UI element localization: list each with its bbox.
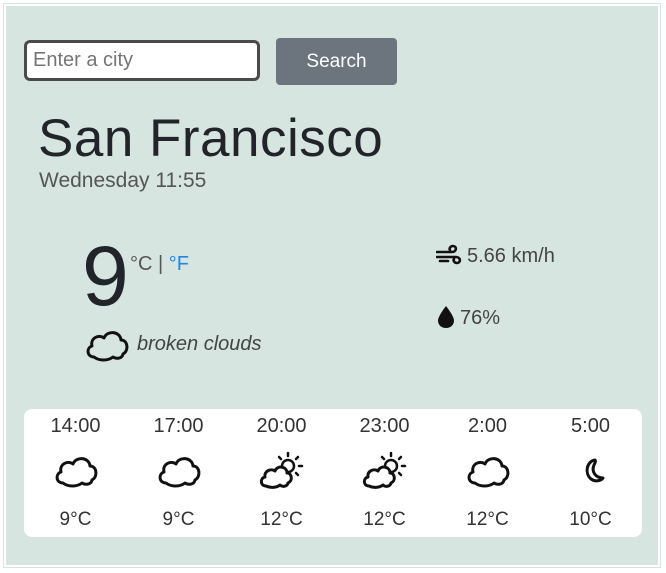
cloud-icon — [158, 457, 200, 488]
wind-icon — [436, 244, 462, 265]
unit-toggle: °C | °F — [130, 253, 189, 276]
forecast-item: 20:00 12°C — [230, 409, 333, 537]
moon-icon — [585, 458, 604, 483]
cloud-icon — [86, 331, 129, 362]
forecast-time: 14:00 — [50, 415, 101, 437]
sun-cloud-icon — [362, 451, 406, 489]
forecast-time: 20:00 — [256, 415, 307, 437]
forecast-temp: 9°C — [59, 509, 92, 530]
forecast-item: 2:00 12°C — [436, 409, 539, 537]
forecast-time: 17:00 — [153, 415, 204, 437]
search-button[interactable]: Search — [276, 38, 397, 85]
forecast-time: 23:00 — [359, 415, 410, 437]
forecast-item: 23:00 12°C — [333, 409, 436, 537]
current-temperature: 9 — [82, 229, 129, 323]
cloud-icon — [55, 457, 97, 488]
droplet-icon — [438, 306, 454, 328]
forecast-item: 17:00 9°C — [127, 409, 230, 537]
forecast-temp: 12°C — [363, 509, 406, 530]
city-name: San Francisco — [38, 109, 384, 168]
wind-speed: 5.66 km/h — [467, 245, 555, 267]
forecast-item: 14:00 9°C — [24, 409, 127, 537]
current-datetime: Wednesday 11:55 — [39, 169, 207, 192]
forecast-temp: 12°C — [260, 509, 303, 530]
cloud-icon — [467, 457, 509, 488]
forecast-item: 5:00 10°C — [539, 409, 642, 537]
unit-celsius[interactable]: °C — [130, 253, 152, 275]
unit-fahrenheit[interactable]: °F — [169, 253, 189, 275]
forecast-temp: 12°C — [466, 509, 509, 530]
weather-description: broken clouds — [137, 333, 262, 355]
sun-cloud-icon — [259, 451, 303, 489]
forecast-temp: 10°C — [569, 509, 612, 530]
unit-separator: | — [158, 253, 164, 275]
forecast-time: 2:00 — [468, 415, 507, 437]
forecast-time: 5:00 — [571, 415, 610, 437]
forecast-temp: 9°C — [162, 509, 195, 530]
forecast-strip: 14:00 9°C 17:00 9°C 20:00 12°C 23:00 12°… — [24, 409, 642, 537]
humidity: 76% — [460, 307, 501, 329]
city-search-input[interactable] — [24, 40, 260, 81]
